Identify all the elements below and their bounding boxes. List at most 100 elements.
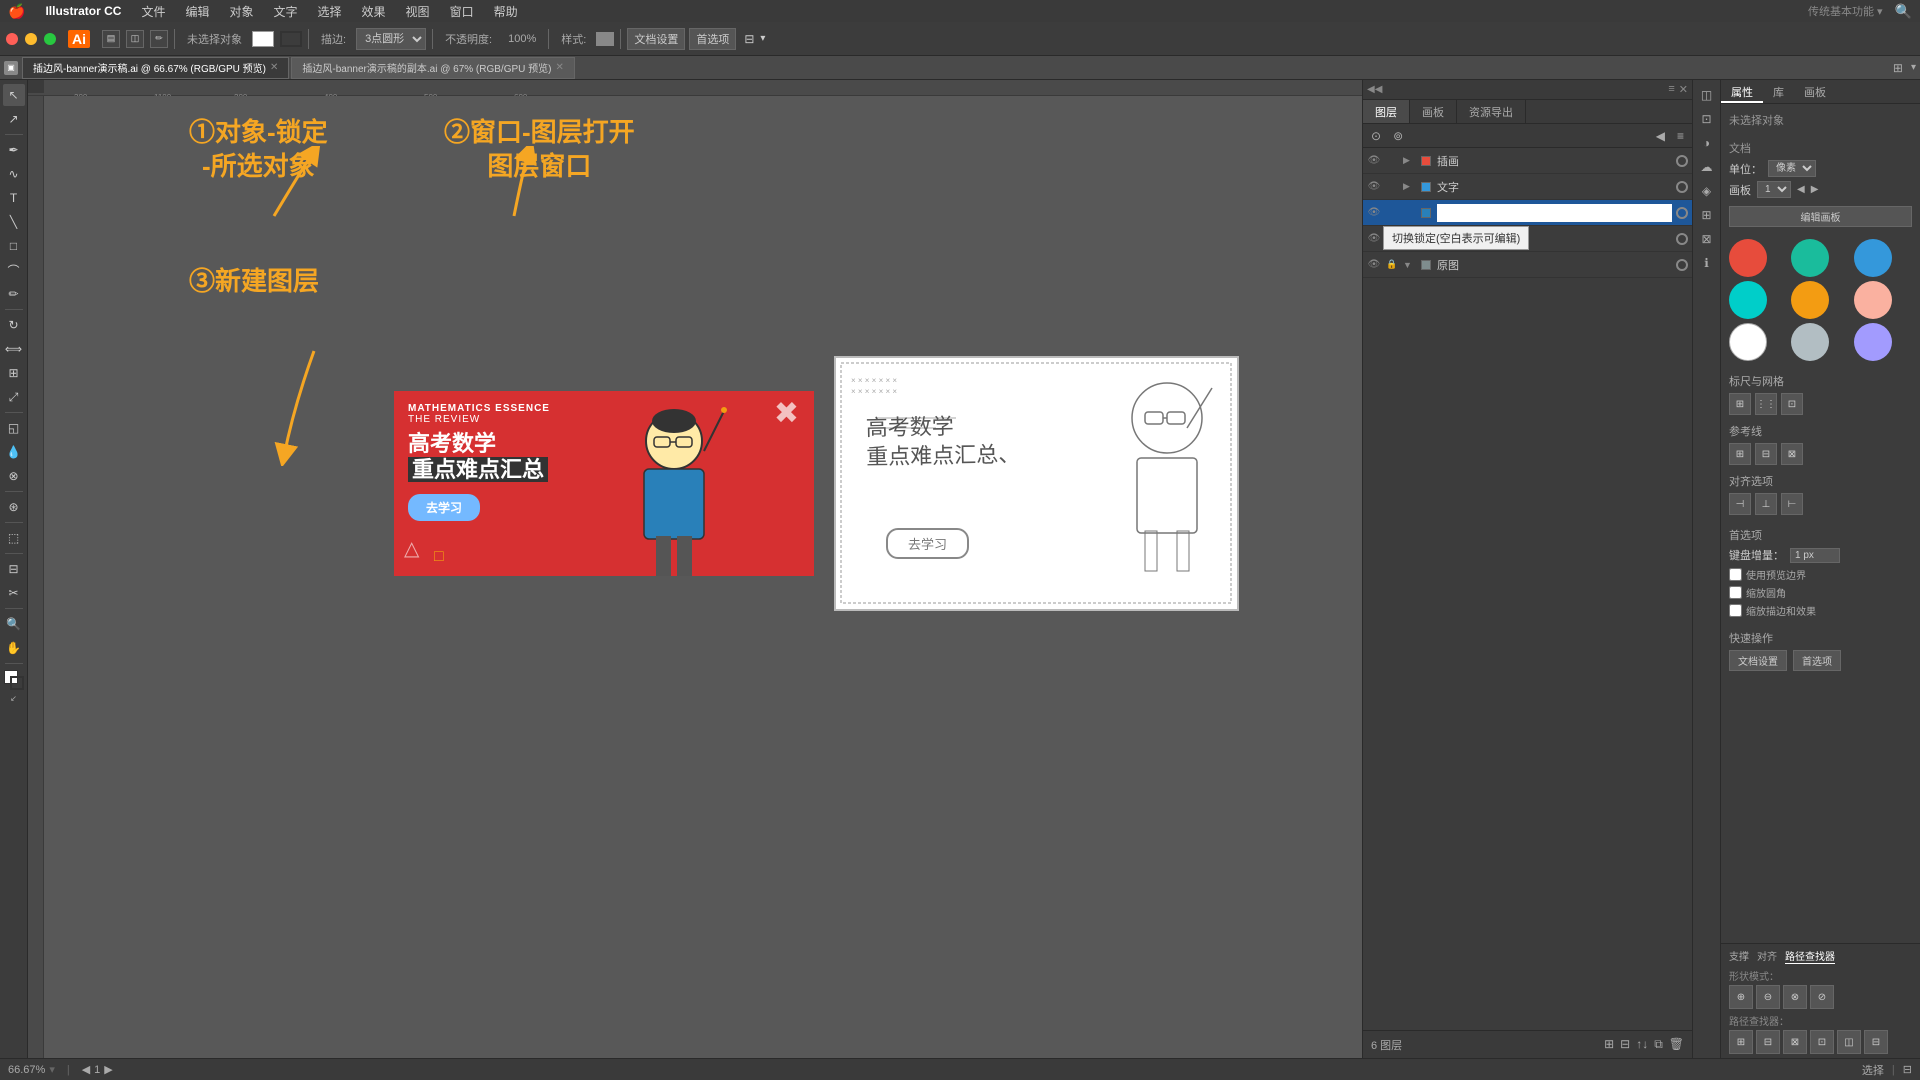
- duplicate-layer-btn[interactable]: ⧉: [1654, 1037, 1663, 1052]
- artboard-select[interactable]: 12: [1757, 181, 1791, 198]
- align-center-btn[interactable]: ⊥: [1755, 493, 1777, 515]
- shape-intersect-btn[interactable]: ⊗: [1783, 985, 1807, 1009]
- pf-outline-btn[interactable]: ◫: [1837, 1030, 1861, 1054]
- layer-target-colors[interactable]: [1676, 233, 1688, 245]
- menu-select[interactable]: 选择: [310, 1, 350, 22]
- pf-merge-btn[interactable]: ⊠: [1783, 1030, 1807, 1054]
- paintbrush-tool[interactable]: ⌒: [3, 259, 25, 281]
- fill-stroke-indicator[interactable]: [4, 670, 24, 690]
- reshape-tool[interactable]: ⤢: [3, 386, 25, 408]
- swatch-silver[interactable]: [1791, 323, 1829, 361]
- zoom-dropdown[interactable]: ▾: [49, 1063, 55, 1076]
- snap-grid-btn[interactable]: ⊞: [1729, 393, 1751, 415]
- move-layer-btn[interactable]: ↑↓: [1636, 1037, 1648, 1052]
- eyedropper-tool[interactable]: 💧: [3, 441, 25, 463]
- canvas-content[interactable]: ①对象-锁定 -所选对象 ②窗口-图层打开 图层窗口 ③新建图层: [44, 96, 1362, 1058]
- edit-artboard-btn[interactable]: 编辑画板: [1729, 206, 1912, 227]
- bottom-tab-align[interactable]: 对齐: [1757, 948, 1777, 964]
- view-icon[interactable]: ◫: [126, 30, 144, 48]
- color-panel-icon[interactable]: ◑: [1696, 132, 1718, 154]
- cc-libraries-icon[interactable]: ☁: [1696, 156, 1718, 178]
- align-right-btn[interactable]: ⊢: [1781, 493, 1803, 515]
- layer-lock-editing[interactable]: [1385, 206, 1399, 220]
- swatch-cyan[interactable]: [1729, 281, 1767, 319]
- layer-target-illustration[interactable]: [1676, 155, 1688, 167]
- artboard-nav-right[interactable]: ▶: [104, 1063, 112, 1076]
- selection-tool[interactable]: ↖: [3, 84, 25, 106]
- scale-tool[interactable]: ⊞: [3, 362, 25, 384]
- menu-help[interactable]: 帮助: [486, 1, 526, 22]
- layer-expand-text[interactable]: ▶: [1403, 181, 1415, 192]
- preferences-btn[interactable]: 首选项: [689, 28, 736, 50]
- layers-toggle-btn[interactable]: ◀: [1652, 127, 1669, 145]
- zoom-tool[interactable]: 🔍: [3, 613, 25, 635]
- layers-icon[interactable]: ⊞: [1696, 204, 1718, 226]
- layer-visibility-text[interactable]: 👁: [1367, 180, 1381, 194]
- layer-row-editing[interactable]: 👁 切换锁定(空白表示可编辑): [1363, 200, 1692, 226]
- layer-lock-text[interactable]: [1385, 180, 1399, 194]
- tab-2-close[interactable]: ✕: [555, 62, 563, 73]
- layers-tab-layers[interactable]: 图层: [1363, 100, 1410, 123]
- gradient-tool[interactable]: ◱: [3, 417, 25, 439]
- menu-edit[interactable]: 编辑: [177, 1, 217, 22]
- properties-tab[interactable]: 属性: [1721, 80, 1763, 103]
- appearance-icon[interactable]: ◈: [1696, 180, 1718, 202]
- stroke-select[interactable]: 3点圆形: [356, 28, 426, 50]
- layer-lock-illustration[interactable]: [1385, 154, 1399, 168]
- layers-menu-btn[interactable]: ≡: [1673, 127, 1688, 145]
- artboard-nav-prev[interactable]: ◀: [1797, 184, 1805, 195]
- keyboard-increment-input[interactable]: [1790, 548, 1840, 563]
- artboards-tab[interactable]: 画板: [1794, 80, 1836, 103]
- rotate-tool[interactable]: ↻: [3, 314, 25, 336]
- pf-crop-btn[interactable]: ⊡: [1810, 1030, 1834, 1054]
- stroke-color-stroke[interactable]: [280, 31, 302, 47]
- direct-select-tool[interactable]: ↗: [3, 108, 25, 130]
- align-left-btn[interactable]: ⊣: [1729, 493, 1751, 515]
- scale-stroke-checkbox[interactable]: [1729, 604, 1742, 617]
- layer-visibility-original[interactable]: 👁: [1367, 258, 1381, 272]
- layers-panel-collapse-btn[interactable]: ◀◀: [1367, 84, 1382, 95]
- pf-divide-btn[interactable]: ⊞: [1729, 1030, 1753, 1054]
- swatch-orange[interactable]: [1791, 281, 1829, 319]
- layers-panel-close-btn[interactable]: ✕: [1679, 83, 1688, 96]
- slice-tool[interactable]: ✂: [3, 582, 25, 604]
- arrange-icon[interactable]: ⊟: [744, 32, 754, 46]
- menu-view[interactable]: 视图: [398, 1, 438, 22]
- type-tool[interactable]: T: [3, 187, 25, 209]
- layer-target-text[interactable]: [1676, 181, 1688, 193]
- tab-1-close[interactable]: ✕: [270, 62, 278, 73]
- new-layer-from-template-btn[interactable]: ⊞: [1604, 1037, 1614, 1052]
- navigator-icon[interactable]: ⊠: [1696, 228, 1718, 250]
- layer-expand-illustration[interactable]: ▶: [1403, 155, 1415, 166]
- menu-file[interactable]: 文件: [133, 1, 173, 22]
- layer-visibility-illustration[interactable]: 👁: [1367, 154, 1381, 168]
- pencil-tool[interactable]: ✏: [3, 283, 25, 305]
- layers-panel-icon2[interactable]: ⊚: [1389, 127, 1407, 145]
- pen-icon[interactable]: ✏: [150, 30, 168, 48]
- doc-settings-btn[interactable]: 文档设置: [627, 28, 685, 50]
- rect-tool[interactable]: □: [3, 235, 25, 257]
- swatch-blue[interactable]: [1854, 239, 1892, 277]
- snap-other-btn[interactable]: ⊡: [1781, 393, 1803, 415]
- arrange-dropdown-icon[interactable]: ▾: [760, 33, 765, 44]
- shape-exclude-btn[interactable]: ⊘: [1810, 985, 1834, 1009]
- menu-type[interactable]: 文字: [266, 1, 306, 22]
- new-sublayer-btn[interactable]: ⊟: [1620, 1037, 1630, 1052]
- tab-document-1[interactable]: 插边风-banner演示稿.ai @ 66.67% (RGB/GPU 预览) ✕: [22, 57, 289, 79]
- curvature-tool[interactable]: ∿: [3, 163, 25, 185]
- layers-panel-toggle[interactable]: ▣: [4, 61, 18, 75]
- swatch-red[interactable]: [1729, 239, 1767, 277]
- snap-dot-btn[interactable]: ⋮⋮: [1755, 393, 1777, 415]
- info-icon[interactable]: ℹ: [1696, 252, 1718, 274]
- menu-window[interactable]: 窗口: [442, 1, 482, 22]
- pf-trim-btn[interactable]: ⊟: [1756, 1030, 1780, 1054]
- banner-cta-button[interactable]: 去学习: [408, 494, 480, 521]
- layer-expand-original[interactable]: ▼: [1403, 260, 1415, 270]
- stroke-color-fill[interactable]: [252, 31, 274, 47]
- swatch-white[interactable]: [1729, 323, 1767, 361]
- layer-visibility-colors[interactable]: 👁: [1367, 232, 1381, 246]
- layer-row-text[interactable]: 👁 ▶ 文字: [1363, 174, 1692, 200]
- menu-effect[interactable]: 效果: [354, 1, 394, 22]
- guide-btn-3[interactable]: ⊠: [1781, 443, 1803, 465]
- tabs-arrange-icon[interactable]: ⊞: [1885, 61, 1911, 75]
